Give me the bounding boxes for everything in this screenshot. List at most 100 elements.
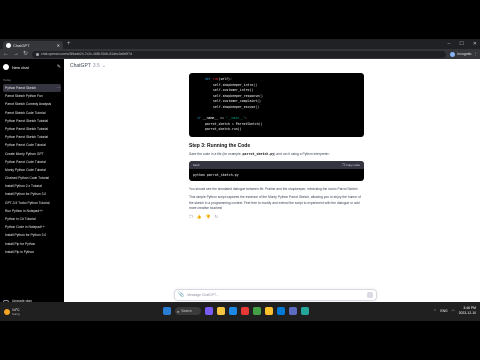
code-line: parrot_sketch.run() [205,127,242,132]
chevron-down-icon: ⌄ [101,63,106,69]
sidebar-chat-item[interactable]: Python in C# Tutorial [3,215,61,223]
sidebar-chat-item[interactable]: Create Monty Python GPT [3,150,61,158]
thumbs-up-icon[interactable]: 👍 [197,214,202,219]
menu-dots-icon[interactable]: ⋮ [474,52,478,56]
code-language: bash [193,163,200,168]
sidebar-chat-item[interactable]: GPT-3.5 Turbo Python Tutorial [3,199,61,207]
chat-history-list: Python Parrot Sketch ⋯ Parrot Sketch Pytho… [3,84,61,256]
chat-main: ChatGPT 3.5 ⌄ def run(self): self.shopkee… [64,59,480,321]
sidebar-chat-item[interactable]: Python Parrot Sketch ⋯ [3,84,62,93]
chat-item-label: Python Parrot Sketch [5,86,37,90]
copy-code-button[interactable]: ❐ Copy code [342,163,360,167]
forward-icon[interactable]: → [13,51,19,57]
taskbar-apps: ⌕ Search [163,307,309,315]
wifi-icon[interactable]: ◠ [452,309,455,313]
assistant-message: def run(self): self.shopkeeper_intro() sel… [189,73,364,219]
model-selector[interactable]: ChatGPT 3.5 ⌄ [70,63,106,69]
para-text: Save the code in a file (for example, [189,151,243,156]
sidebar-chat-item[interactable]: Run Python in Notepad++ [3,207,61,215]
sidebar-chat-item[interactable]: Python Parrot Code Tutorial [3,158,61,166]
app-icon[interactable] [241,307,249,315]
weather-status: Sunny [12,311,20,316]
search-icon: ⌕ [177,308,180,314]
chevron-up-icon[interactable]: ⌃ [433,309,436,313]
sidebar-chat-item[interactable]: Python Parrot Sketch Tutorial [3,133,61,141]
new-chat-label: New chat [12,64,29,70]
chrome-icon[interactable] [265,307,273,315]
sidebar-chat-item[interactable]: Parrot Sketch Python Fun [3,92,61,100]
windows-taskbar: 14°C Sunny ⌕ Search ⌃ ENG ◠ 3:46 PM 2023… [0,302,480,321]
language-indicator[interactable]: ENG [440,309,447,313]
sidebar-chat-item[interactable]: Install Python for Python 3.0 [3,190,61,198]
system-tray: ⌃ ENG ◠ 3:46 PM 2023-12-10 [433,306,476,315]
command-code-block: bash ❐ Copy code python parrot_sketch.py [189,161,364,182]
copy-label: Copy code [345,163,360,168]
send-icon[interactable]: ↑ [367,292,373,298]
weather-widget[interactable]: 14°C Sunny [4,308,20,316]
attach-icon[interactable]: 📎 [178,292,184,298]
browser-window: ChatGPT ✕ + – ☐ ✕ ← → ↻ chat.openai.com/… [0,39,480,321]
browser-tab[interactable]: ChatGPT ✕ [3,41,63,49]
code-header: bash ❐ Copy code [189,161,364,170]
taskbar-search[interactable]: ⌕ Search [175,307,201,315]
app-icon[interactable] [289,307,297,315]
regenerate-icon[interactable]: ↻ [215,214,218,219]
profile-name: Incognito [457,52,472,56]
thumbs-down-icon[interactable]: 👎 [206,214,211,219]
sidebar-chat-item[interactable]: Install Python 2.x Tutorial [3,182,61,190]
new-chat-button[interactable]: New chat ✎ [3,62,61,72]
address-bar-row: ← → ↻ chat.openai.com/c/3f6adb24-7c2c-46… [0,49,480,59]
close-window-icon[interactable]: ✕ [473,41,477,47]
sidebar-chat-item[interactable]: Install Pip in Python [3,248,61,256]
result-paragraph: You should see the simulated dialogue be… [189,187,359,192]
input-placeholder[interactable]: Message ChatGPT... [187,293,364,297]
maximize-icon[interactable]: ☐ [459,41,463,47]
clock[interactable]: 3:46 PM 2023-12-10 [459,306,476,315]
inline-code: parrot_sketch.py [242,151,275,156]
step-paragraph: Save the code in a file (for example, pa… [189,152,364,157]
sun-icon [4,308,10,315]
model-label: ChatGPT [70,63,91,69]
back-icon[interactable]: ← [3,51,9,57]
message-input[interactable]: 📎 Message ChatGPT... ↑ [174,289,377,301]
profile-button[interactable]: Incognito ⋮ [450,51,478,57]
sidebar-chat-item[interactable]: Parrot Sketch Code Tutorial [3,109,61,117]
sidebar-chat-item[interactable]: Install Python for Python 3.0 [3,231,61,239]
edit-icon[interactable]: ✎ [57,64,61,70]
url-field[interactable]: chat.openai.com/c/3f6adb24-7c2c-46f8-92d… [32,50,447,58]
openai-logo-icon [3,64,9,70]
date: 2023-12-10 [458,310,476,315]
edge-icon[interactable] [229,307,237,315]
sidebar-chat-item[interactable]: Install Pip for Python [3,240,61,248]
step-heading: Step 3: Running the Code [189,142,251,149]
para-text: ) and run it using a Python interpreter: [274,151,330,156]
copy-icon[interactable]: ❐ [189,214,193,219]
window-controls: – ☐ ✕ [448,41,477,47]
sidebar-chat-item[interactable]: Python Parrot Sketch Tutorial [3,117,61,125]
minimize-icon[interactable]: – [448,41,451,47]
more-options-icon[interactable]: ⋯ [57,84,62,92]
sidebar-chat-item[interactable]: Python Parrot Sketch Tutorial [3,125,61,133]
app-icon[interactable] [253,307,261,315]
new-tab-icon[interactable]: + [67,41,71,47]
chatgpt-app: New chat ✎ Today Python Parrot Sketch ⋯ Pa… [0,59,480,321]
windows-start-icon[interactable] [163,307,171,315]
lock-icon [36,52,40,56]
sidebar: New chat ✎ Today Python Parrot Sketch ⋯ Pa… [0,59,64,321]
app-icon[interactable] [301,307,309,315]
sidebar-chat-item[interactable]: Python Parrot Code Tutorial [3,141,61,149]
store-icon[interactable] [277,307,285,315]
reload-icon[interactable]: ↻ [23,51,28,57]
url-text: chat.openai.com/c/3f6adb24-7c2c-46f8-92d… [41,52,132,56]
message-actions: ❐ 👍 👎 ↻ [189,214,364,219]
sidebar-chat-item[interactable]: Chained Python Code Tutorial [3,174,61,182]
profile-avatar [450,51,456,57]
app-icon[interactable] [205,307,213,315]
sidebar-chat-item[interactable]: Monty Python Code Tutorial [3,166,61,174]
sidebar-chat-item[interactable]: Python Code in Notepad++ [3,223,61,231]
summary-paragraph: This simple Python script captures the e… [189,195,361,210]
tab-title: ChatGPT [13,42,30,48]
file-explorer-icon[interactable] [217,307,225,315]
close-tab-icon[interactable]: ✕ [57,43,60,48]
sidebar-chat-item[interactable]: Parrot Sketch Comedy Analysis [3,100,61,108]
